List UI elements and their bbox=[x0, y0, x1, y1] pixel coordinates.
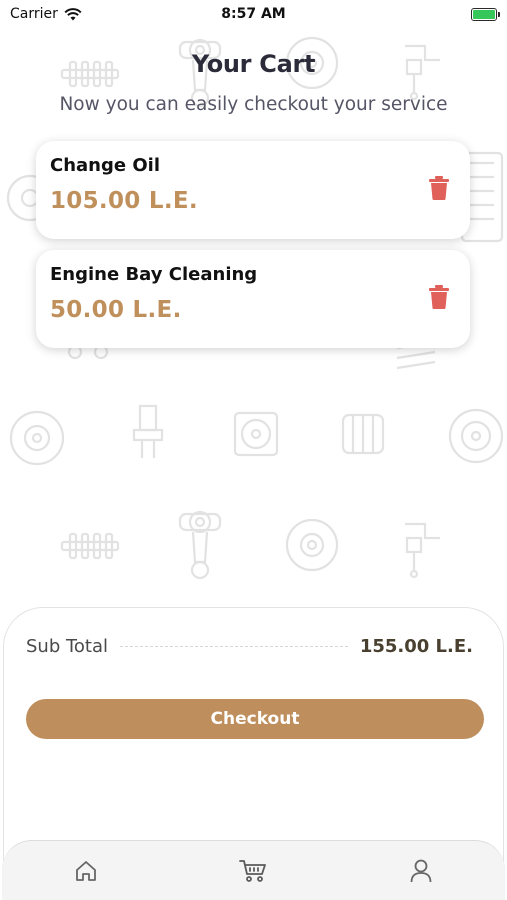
fan-icon bbox=[233, 411, 279, 457]
cart-icon bbox=[239, 859, 267, 882]
status-left: Carrier bbox=[10, 6, 82, 22]
page-subtitle: Now you can easily checkout your service bbox=[59, 94, 448, 115]
subtotal-value: 155.00 L.E. bbox=[359, 636, 473, 657]
gear-wheel-icon bbox=[9, 410, 65, 466]
cart-item-name: Change Oil bbox=[50, 155, 160, 176]
home-icon bbox=[75, 860, 96, 881]
tab-home[interactable] bbox=[61, 846, 111, 896]
subtotal-label: Sub Total bbox=[26, 636, 109, 657]
cart-item: Engine Bay Cleaning 50.00 L.E. bbox=[36, 250, 470, 348]
radiator-icon bbox=[341, 413, 385, 455]
subtotal-row: Sub Total 155.00 L.E. bbox=[26, 636, 473, 657]
brake-disc-icon-2 bbox=[285, 518, 339, 572]
piston-rod-icon-2 bbox=[178, 510, 222, 580]
spark-plug-icon-2 bbox=[405, 522, 440, 579]
headlight-bulb-icon bbox=[132, 404, 164, 458]
tab-profile[interactable] bbox=[396, 846, 446, 896]
battery-icon bbox=[471, 7, 500, 21]
cart-item-price: 105.00 L.E. bbox=[50, 188, 198, 214]
battery-fill bbox=[473, 9, 495, 19]
wifi-icon bbox=[64, 7, 82, 20]
subtotal-divider bbox=[120, 646, 348, 647]
status-bar: Carrier 8:57 AM bbox=[0, 0, 507, 28]
camshaft-icon-2 bbox=[60, 532, 120, 560]
tab-cart[interactable] bbox=[228, 846, 278, 896]
trash-icon[interactable] bbox=[428, 284, 450, 310]
page-title: Your Cart bbox=[191, 50, 316, 78]
checkout-button[interactable]: Checkout bbox=[26, 699, 484, 739]
cart-item: Change Oil 105.00 L.E. bbox=[36, 141, 470, 239]
cart-item-price: 50.00 L.E. bbox=[50, 297, 182, 323]
cart-list: Change Oil 105.00 L.E. Engine Bay Cleani… bbox=[36, 141, 470, 359]
cart-item-name: Engine Bay Cleaning bbox=[50, 264, 258, 285]
trash-icon[interactable] bbox=[428, 175, 450, 201]
tab-bar bbox=[2, 840, 505, 900]
profile-icon bbox=[410, 859, 432, 882]
carrier-label: Carrier bbox=[10, 6, 58, 22]
page-header: Your Cart Now you can easily checkout yo… bbox=[0, 50, 507, 115]
timing-gear-icon bbox=[448, 408, 504, 464]
